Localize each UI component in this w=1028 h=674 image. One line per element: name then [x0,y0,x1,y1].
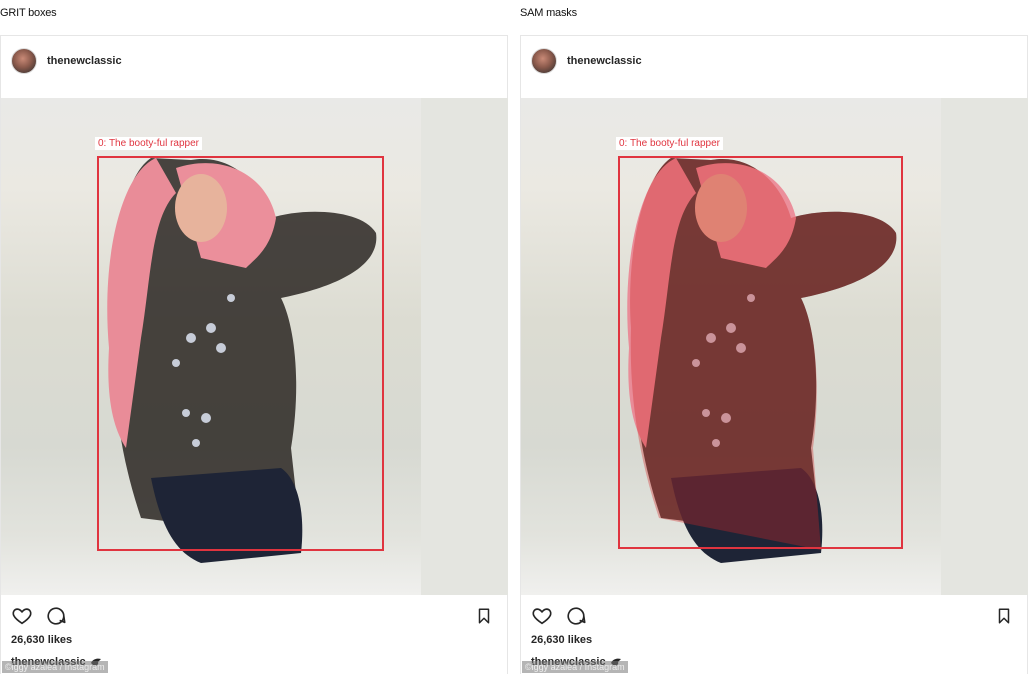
like-count[interactable]: 26,630 likes [531,634,592,646]
detection-box-label: 0: The booty-ful rapper [616,137,723,150]
post-header: thenewclassic [531,46,642,76]
heart-icon[interactable] [531,605,553,627]
grit-boxes-panel: GRIT boxes thenewclassic 0: The booty-fu… [0,0,510,674]
panel-caption: SAM masks [520,7,577,19]
post-photo: 0: The booty-ful rapper [521,98,1028,595]
comment-icon[interactable] [45,605,67,627]
instagram-post: thenewclassic 0: The booty-ful rapper 26… [0,35,508,674]
post-username[interactable]: thenewclassic [567,55,642,67]
post-actions [11,605,499,627]
avatar[interactable] [11,48,37,74]
sam-masks-panel: SAM masks thenewclassic 0: The booty-ful… [520,0,1028,674]
post-username[interactable]: thenewclassic [47,55,122,67]
post-photo: 0: The booty-ful rapper [1,98,508,595]
bookmark-icon[interactable] [995,605,1013,627]
detection-box [97,156,384,551]
detection-box-label: 0: The booty-ful rapper [95,137,202,150]
comment-icon[interactable] [565,605,587,627]
photo-credit: ©iggy azalea / Instagram [522,661,628,673]
panel-caption: GRIT boxes [0,7,57,19]
photo-credit: ©iggy azalea / Instagram [2,661,108,673]
heart-icon[interactable] [11,605,33,627]
bookmark-icon[interactable] [475,605,493,627]
like-count[interactable]: 26,630 likes [11,634,72,646]
instagram-post: thenewclassic 0: The booty-ful rapper 26… [520,35,1028,674]
detection-box [618,156,903,549]
post-header: thenewclassic [11,46,122,76]
avatar[interactable] [531,48,557,74]
post-actions [531,605,1019,627]
